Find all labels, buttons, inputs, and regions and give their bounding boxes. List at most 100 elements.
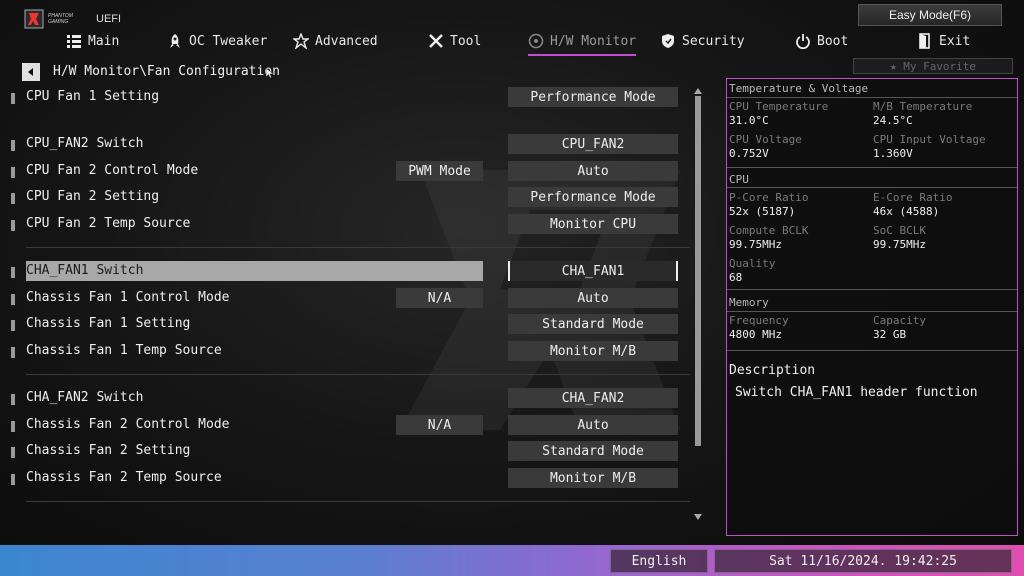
info-value: 0.752V xyxy=(729,147,769,160)
setting-row-chassis-fan2-control-mode[interactable]: Chassis Fan 2 Control Mode N/A Auto xyxy=(8,415,684,437)
setting-row-chassis-fan2-setting[interactable]: Chassis Fan 2 Setting Standard Mode xyxy=(8,441,684,463)
setting-label: CPU Fan 1 Setting xyxy=(26,89,160,104)
my-favorite-button[interactable]: ★ My Favorite xyxy=(853,58,1013,74)
setting-value[interactable]: CHA_FAN2 xyxy=(508,388,678,408)
setting-status: N/A xyxy=(396,288,483,308)
info-label: Capacity xyxy=(873,314,926,327)
uefi-label: UEFI xyxy=(96,13,122,25)
setting-row-cpu-fan1-setting[interactable]: CPU Fan 1 Setting Performance Mode xyxy=(8,87,684,109)
setting-value[interactable]: Standard Mode xyxy=(508,441,678,461)
row-bullet xyxy=(11,193,15,204)
memory-capacity: Capacity 32 GB xyxy=(873,314,1013,341)
language-button[interactable]: English xyxy=(610,549,708,573)
setting-row-cpu-fan2-setting[interactable]: CPU Fan 2 Setting Performance Mode xyxy=(8,187,684,209)
setting-status: PWM Mode xyxy=(396,161,483,181)
info-value: 99.75MHz xyxy=(729,238,782,251)
row-bullet xyxy=(11,320,15,331)
tab-main[interactable]: Main xyxy=(66,28,119,54)
row-bullet xyxy=(11,93,15,104)
info-label: CPU Temperature xyxy=(729,100,829,113)
setting-row-cpu-fan2-control-mode[interactable]: CPU Fan 2 Control Mode PWM Mode Auto xyxy=(8,161,684,183)
setting-label: Chassis Fan 2 Setting xyxy=(26,443,191,458)
tab-tool[interactable]: Tool xyxy=(428,28,481,54)
info-value: 68 xyxy=(729,271,743,284)
info-value: 24.5°C xyxy=(873,114,913,127)
back-arrow-icon xyxy=(28,68,33,76)
tab-advanced[interactable]: Advanced xyxy=(293,28,378,54)
info-label: M/B Temperature xyxy=(873,100,973,113)
setting-row-cha-fan1-switch[interactable]: CHA_FAN1 Switch CHA_FAN1 xyxy=(8,261,684,283)
description-title: Description xyxy=(729,363,816,378)
setting-row-cpu-fan2-temp-source[interactable]: CPU Fan 2 Temp Source Monitor CPU xyxy=(8,214,684,236)
info-label: Compute BCLK xyxy=(729,224,809,237)
setting-value[interactable]: Monitor M/B xyxy=(508,468,678,488)
scroll-down-arrow-icon[interactable] xyxy=(694,514,702,520)
tab-hw-monitor[interactable]: H/W Monitor xyxy=(528,28,637,56)
setting-label: CHA_FAN2 Switch xyxy=(26,390,144,405)
info-label: CPU Input Voltage xyxy=(873,133,986,146)
setting-value[interactable]: Auto xyxy=(508,161,678,181)
monitor-icon xyxy=(528,33,544,49)
setting-row-cha-fan2-switch[interactable]: CHA_FAN2 Switch CHA_FAN2 xyxy=(8,388,684,410)
brand-logo: PHANTOM GAMING UEFI xyxy=(24,8,121,30)
row-bullet xyxy=(11,447,15,458)
easy-mode-button[interactable]: Easy Mode(F6) xyxy=(858,4,1002,26)
info-value: 46x (4588) xyxy=(873,205,940,218)
setting-value[interactable]: Auto xyxy=(508,415,678,435)
row-bullet xyxy=(11,140,15,151)
info-label: SoC BCLK xyxy=(873,224,926,237)
row-bullet xyxy=(11,474,15,485)
temp-voltage-title: Temperature & Voltage xyxy=(729,82,869,95)
row-bullet xyxy=(11,294,15,305)
scroll-up-arrow-icon[interactable] xyxy=(694,88,702,94)
mouse-cursor-icon xyxy=(266,68,274,78)
info-label: E-Core Ratio xyxy=(873,191,953,204)
section-divider xyxy=(26,501,690,502)
setting-label: Chassis Fan 1 Temp Source xyxy=(26,343,222,358)
tab-boot[interactable]: Boot xyxy=(795,28,848,54)
row-bullet xyxy=(11,220,15,231)
exit-icon xyxy=(919,33,930,49)
settings-list: CPU Fan 1 Setting Performance Mode CPU_F… xyxy=(0,84,700,502)
setting-value[interactable]: CPU_FAN2 xyxy=(508,134,678,154)
info-value: 99.75MHz xyxy=(873,238,926,251)
tab-oc-tweaker-label: OC Tweaker xyxy=(189,33,268,49)
scrollbar-thumb[interactable] xyxy=(695,96,701,446)
panel-divider xyxy=(727,97,1017,98)
panel-divider xyxy=(727,311,1017,312)
list-icon xyxy=(67,35,81,48)
info-label: Frequency xyxy=(729,314,789,327)
tab-exit[interactable]: Exit xyxy=(917,28,970,54)
setting-row-chassis-fan2-temp-source[interactable]: Chassis Fan 2 Temp Source Monitor M/B xyxy=(8,468,684,490)
rocket-icon xyxy=(170,34,180,48)
tab-tool-label: Tool xyxy=(450,33,482,49)
setting-value[interactable]: Monitor M/B xyxy=(508,341,678,361)
row-bullet xyxy=(11,167,15,178)
date-time-display[interactable]: Sat 11/16/2024. 19:42:25 xyxy=(714,549,1012,573)
breadcrumb: H/W Monitor\Fan Configuration xyxy=(53,64,280,79)
setting-row-chassis-fan1-temp-source[interactable]: Chassis Fan 1 Temp Source Monitor M/B xyxy=(8,341,684,363)
tab-oc-tweaker[interactable]: OC Tweaker xyxy=(167,28,267,54)
row-bullet xyxy=(11,421,15,432)
setting-value[interactable]: Performance Mode xyxy=(508,87,678,107)
setting-row-chassis-fan1-control-mode[interactable]: Chassis Fan 1 Control Mode N/A Auto xyxy=(8,288,684,310)
setting-label: CPU Fan 2 Control Mode xyxy=(26,163,199,178)
back-button[interactable] xyxy=(22,63,40,81)
shield-icon xyxy=(662,34,674,48)
setting-value[interactable]: Performance Mode xyxy=(508,187,678,207)
setting-value[interactable]: Monitor CPU xyxy=(508,214,678,234)
setting-value[interactable]: Standard Mode xyxy=(508,314,678,334)
setting-row-cpu-fan2-switch[interactable]: CPU_FAN2 Switch CPU_FAN2 xyxy=(8,134,684,156)
setting-label: CHA_FAN1 Switch xyxy=(26,263,144,278)
setting-row-chassis-fan1-setting[interactable]: Chassis Fan 1 Setting Standard Mode xyxy=(8,314,684,336)
cpu-voltage: CPU Voltage 0.752V xyxy=(729,133,869,160)
info-value: 31.0°C xyxy=(729,114,769,127)
scrollbar[interactable] xyxy=(694,88,702,520)
setting-value[interactable]: CHA_FAN1 xyxy=(508,261,678,281)
setting-value[interactable]: Auto xyxy=(508,288,678,308)
cpu-section-title: CPU xyxy=(729,173,749,186)
setting-status: N/A xyxy=(396,415,483,435)
tab-security-label: Security xyxy=(682,33,745,49)
info-label: P-Core Ratio xyxy=(729,191,809,204)
tab-security[interactable]: Security xyxy=(660,28,745,54)
